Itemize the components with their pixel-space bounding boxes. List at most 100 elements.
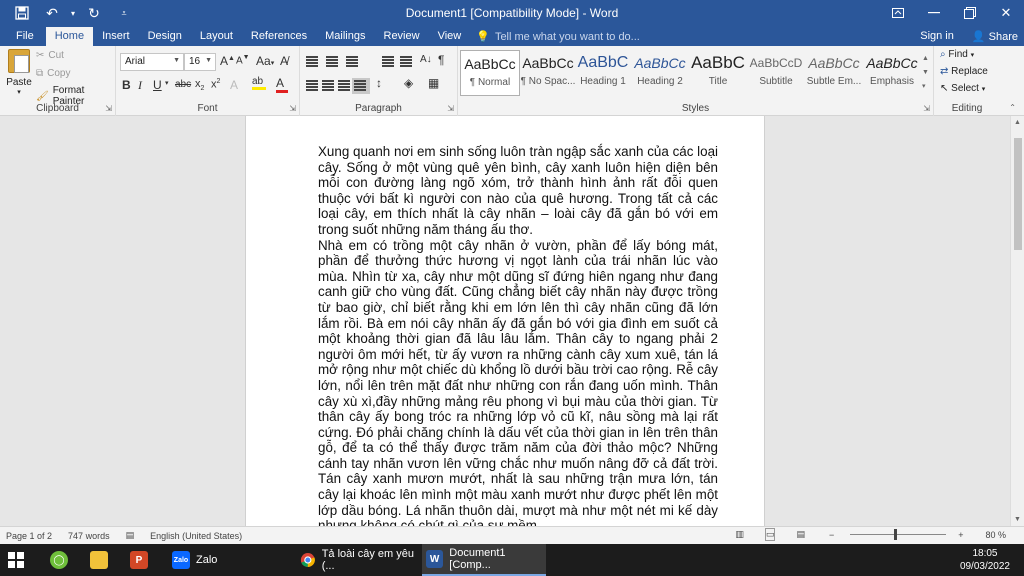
tab-file[interactable]: File [0,27,46,46]
superscript-icon[interactable]: x2 [211,78,220,91]
taskbar-file-explorer[interactable] [90,544,108,576]
web-layout-icon[interactable]: ▤ [796,529,805,540]
style-no-spacing[interactable]: AaBbCc ¶ No Spac... [518,50,578,96]
zoom-in-icon[interactable]: + [958,530,963,540]
shrink-font-icon[interactable]: A▼ [236,54,250,66]
zoom-out-icon[interactable]: − [829,530,834,540]
customize-qat-icon[interactable]: ⩡ [110,0,138,26]
restore-icon[interactable] [952,0,988,26]
document-page[interactable]: Xung quanh nơi em sinh sống luôn tràn ng… [245,116,765,526]
borders-icon[interactable]: ▦ [428,76,439,90]
taskbar-zalo[interactable]: Zalo Zalo [168,544,286,576]
dialog-launcher-icon[interactable]: ⇲ [923,104,930,113]
tab-references[interactable]: References [242,27,316,46]
style-preview: AaBbC [691,53,745,72]
tab-insert[interactable]: Insert [93,27,139,46]
save-icon[interactable] [8,0,36,26]
taskbar-chrome[interactable]: Tả loài cây em yêu (... [296,544,416,576]
tell-me-box[interactable]: 💡 Tell me what you want to do... [476,27,640,46]
copy-button[interactable]: ⧉ Copy [36,68,71,79]
text-effects-icon[interactable]: A [230,78,238,92]
underline-icon[interactable]: U [153,78,162,92]
style-title[interactable]: AaBbC Title [688,50,748,96]
tab-design[interactable]: Design [139,27,191,46]
tab-layout[interactable]: Layout [191,27,242,46]
ribbon-display-options-icon[interactable] [880,0,916,26]
dialog-launcher-icon[interactable]: ⇲ [105,104,112,113]
document-body[interactable]: Xung quanh nơi em sinh sống luôn tràn ng… [318,144,718,526]
chevron-down-icon[interactable]: ▾ [68,0,78,26]
zoom-slider[interactable] [850,529,947,540]
dialog-launcher-icon[interactable]: ⇲ [447,104,454,113]
collapse-ribbon-icon[interactable]: ⌃ [1009,103,1016,112]
replace-button[interactable]: ⇄ Replace [940,66,988,77]
font-size-select[interactable]: 16 ▼ [184,53,216,71]
multilevel-list-icon[interactable] [346,56,360,68]
print-layout-icon[interactable]: ▭ [764,528,776,541]
cut-button[interactable]: ✂ Cut [36,50,64,61]
bullets-icon[interactable] [306,56,320,68]
tab-review[interactable]: Review [375,27,429,46]
align-right-icon[interactable] [338,80,352,92]
strikethrough-icon[interactable]: abc [175,79,191,90]
highlight-icon[interactable]: ab [252,76,266,90]
font-color-icon[interactable]: A [276,76,288,93]
paste-button[interactable]: Paste ▾ [4,49,34,96]
scroll-down-icon[interactable]: ▼ [1014,516,1021,523]
line-spacing-icon[interactable]: ↕ [376,76,382,90]
chevron-down-icon[interactable]: ▾ [165,79,169,87]
proofing-icon[interactable]: ▤ [126,530,135,541]
taskbar-app-green[interactable]: ◯ [50,544,68,576]
page-count[interactable]: Page 1 of 2 [6,531,52,541]
start-button[interactable] [8,544,24,576]
redo-icon[interactable]: ↻ [80,0,108,26]
status-bar: Page 1 of 2 747 words ▤ English (United … [0,526,1024,544]
tab-view[interactable]: View [429,27,471,46]
word-count[interactable]: 747 words [68,531,110,541]
align-center-icon[interactable] [322,80,336,92]
system-clock[interactable]: 18:05 09/03/2022 [960,547,1010,573]
share-button[interactable]: 👤 Share [972,30,1018,43]
align-left-icon[interactable] [306,80,320,92]
scrollbar-thumb[interactable] [1014,138,1022,250]
bold-icon[interactable]: B [122,78,131,92]
pilcrow-icon[interactable]: ¶ [438,53,444,67]
grow-font-icon[interactable]: A▲ [220,54,235,68]
justify-icon[interactable] [352,78,370,94]
undo-icon[interactable]: ↶ [38,0,66,26]
numbering-icon[interactable] [326,56,340,68]
scroll-up-icon[interactable]: ▲ [1014,119,1021,126]
subscript-icon[interactable]: x2 [195,78,204,92]
style-heading-2[interactable]: AaBbCc Heading 2 [630,50,690,96]
minimize-icon[interactable] [916,0,952,26]
read-mode-icon[interactable]: ▥ [735,529,744,540]
find-button[interactable]: ⌕ Find ▾ [940,49,974,60]
style-subtitle[interactable]: AaBbCcD Subtitle [746,50,806,96]
dialog-launcher-icon[interactable]: ⇲ [289,104,296,113]
vertical-scrollbar[interactable]: ▲ ▼ [1010,116,1024,526]
paragraph-1: Xung quanh nơi em sinh sống luôn tràn ng… [318,144,718,237]
language[interactable]: English (United States) [150,531,242,541]
font-family-select[interactable]: Arial ▼ [120,53,184,71]
tab-home[interactable]: Home [45,27,94,46]
style-subtle-emphasis[interactable]: AaBbCc Subtle Em... [804,50,864,96]
style-normal[interactable]: AaBbCc ¶ Normal [460,50,520,96]
sort-icon[interactable]: A↓ [420,54,432,65]
shading-icon[interactable]: ◈ [404,76,413,90]
taskbar-powerpoint[interactable]: P [130,544,148,576]
tab-mailings[interactable]: Mailings [316,27,374,46]
style-name: Subtitle [759,76,793,87]
taskbar-word[interactable]: W Document1 [Comp... [422,544,546,576]
select-button[interactable]: ↖ Select ▾ [940,83,985,94]
italic-icon[interactable]: I [138,78,142,93]
increase-indent-icon[interactable] [400,56,414,68]
zoom-level[interactable]: 80 % [985,530,1006,540]
styles-scroll[interactable]: ▲ ▼ ▾ [922,52,929,94]
decrease-indent-icon[interactable] [382,56,396,68]
style-emphasis[interactable]: AaBbCc Emphasis [862,50,922,96]
close-icon[interactable]: ✕ [988,0,1024,26]
change-case-button[interactable]: Aa▾ [256,54,274,68]
style-heading-1[interactable]: AaBbC Heading 1 [573,50,633,96]
clear-formatting-icon[interactable]: A̸ [280,54,288,68]
sign-in-link[interactable]: Sign in [920,30,954,42]
